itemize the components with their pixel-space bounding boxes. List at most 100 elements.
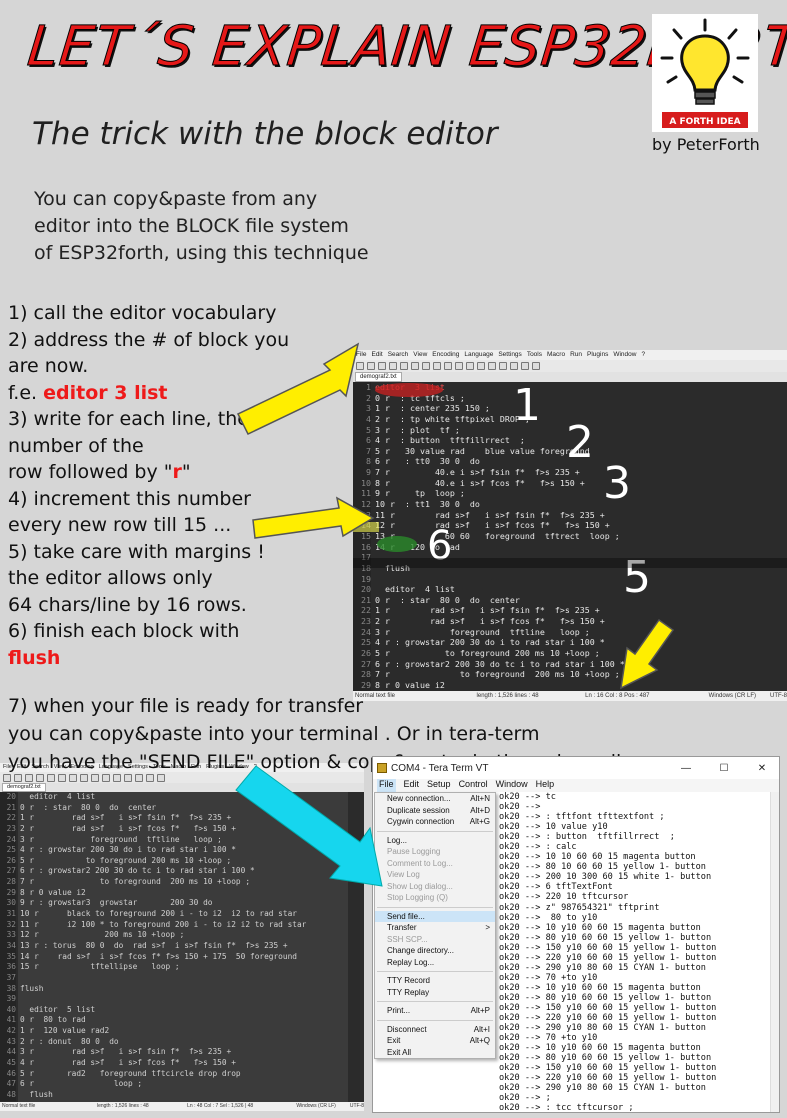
open-file-icon[interactable]: [367, 362, 375, 370]
file-menu-item[interactable]: Print... Alt+P: [375, 1005, 495, 1017]
file-menu-item[interactable]: Exit All: [375, 1047, 495, 1059]
file-menu-item[interactable]: SSH SCP...: [375, 934, 495, 946]
code-line: 9 7 r 40.e i s>f fsin f* f>s 235 +: [353, 467, 787, 478]
terminal-line: ok20 --> 290 y10 80 60 15 CYAN 1- button: [499, 1023, 706, 1034]
code-line: 25 4 r : growstar 200 30 do i to rad star…: [353, 637, 787, 649]
scrollbar[interactable]: [770, 792, 779, 1112]
menu-item-label: Exit All: [387, 1047, 412, 1057]
menu-item[interactable]: View: [413, 350, 427, 360]
copy-icon[interactable]: [433, 362, 441, 370]
menu-item[interactable]: Macro: [547, 350, 565, 360]
code-line: 1412 r rad s>f i s>f fcos f* f>s 150 +: [353, 520, 787, 531]
file-menu-item[interactable]: New connection... Alt+N: [375, 793, 495, 805]
menu-item-shortcut: Alt+N: [470, 794, 490, 803]
file-menu-item[interactable]: Transfer >: [375, 922, 495, 934]
line-number: 44: [0, 1047, 16, 1059]
close-icon[interactable]: [400, 362, 408, 370]
menu-item[interactable]: Window: [613, 350, 636, 360]
minimize-icon[interactable]: —: [669, 763, 703, 774]
highlight-circle-red: [375, 383, 443, 397]
file-menu-item[interactable]: Exit Alt+Q: [375, 1035, 495, 1047]
line-number: 36: [0, 962, 16, 973]
menu-item[interactable]: Run: [570, 350, 582, 360]
menu-item[interactable]: Setup: [427, 779, 451, 792]
file-menu-item[interactable]: Change directory...: [375, 945, 495, 957]
file-menu-item[interactable]: Show Log dialog...: [375, 881, 495, 893]
line-number: 37: [0, 972, 16, 984]
line-number: 38: [0, 983, 16, 995]
file-menu-item[interactable]: Cygwin connection Alt+G: [375, 816, 495, 828]
menu-item[interactable]: Plugins: [587, 350, 608, 360]
print-icon[interactable]: [411, 362, 419, 370]
menu-item[interactable]: ?: [641, 350, 645, 360]
terminal-line: ok20 --> 290 y10 80 60 15 CYAN 1- button: [499, 962, 706, 973]
line-number: 47: [0, 1079, 16, 1090]
menu-item[interactable]: Tools: [527, 350, 542, 360]
code-line: 26 5 r to foreground 200 ms 10 +loop ;: [353, 648, 787, 659]
code-line: 10 8 r 40.e i s>f fcos f* f>s 150 +: [353, 477, 787, 489]
zoom-in-icon[interactable]: [488, 362, 496, 370]
play-icon[interactable]: [532, 362, 540, 370]
cut-icon[interactable]: [422, 362, 430, 370]
menu-item[interactable]: Language: [464, 350, 493, 360]
line-text: 6 r : tt0 30 0 do: [375, 456, 480, 467]
status-encoding: UTF-8: [770, 693, 787, 699]
save-all-icon[interactable]: [389, 362, 397, 370]
menu-item[interactable]: Search: [388, 350, 409, 360]
file-menu-item[interactable]: View Log: [375, 869, 495, 881]
menu-item[interactable]: Edit: [404, 779, 420, 792]
file-menu-item[interactable]: TTY Record: [375, 975, 495, 987]
file-menu-item[interactable]: Send file...: [375, 910, 495, 922]
save-icon[interactable]: [378, 362, 386, 370]
menu-item-label: Cygwin connection: [387, 817, 455, 826]
file-menu-item[interactable]: Duplicate session Alt+D: [375, 805, 495, 817]
file-menu-item[interactable]: Comment to Log...: [375, 858, 495, 870]
line-text: 5 r 30 value rad blue value foreground: [375, 445, 590, 456]
file-menu-item[interactable]: Pause Logging: [375, 846, 495, 858]
line-text: 12 r rad s>f i s>f fcos f* f>s 150 +: [375, 520, 610, 531]
line-text: 4 r : button tftfillrrect ;: [375, 435, 525, 446]
menu-item[interactable]: Settings: [498, 350, 522, 360]
close-icon[interactable]: ✕: [745, 763, 779, 774]
menu-item-label: Disconnect: [387, 1024, 427, 1034]
find-icon[interactable]: [477, 362, 485, 370]
line-number: 43: [0, 1036, 16, 1048]
line-number: 8: [353, 456, 371, 468]
paste-icon[interactable]: [444, 362, 452, 370]
file-menu-item[interactable]: Replay Log...: [375, 957, 495, 969]
file-menu-item[interactable]: Log...: [375, 835, 495, 847]
menu-item[interactable]: Encoding: [432, 350, 459, 360]
menu-separator: [377, 1001, 493, 1002]
record-icon[interactable]: [521, 362, 529, 370]
notepad-editor-top: File Edit Search View Encoding Language Settin…: [353, 350, 787, 701]
line-text: 10 r : tt1 30 0 do: [375, 499, 480, 510]
file-menu-item[interactable]: Stop Logging (Q): [375, 892, 495, 904]
menu-item[interactable]: Help: [536, 779, 555, 792]
file-tab[interactable]: demograf2.txt: [2, 783, 46, 792]
code-line: 11 9 r tp loop ;: [353, 488, 787, 500]
zoom-out-icon[interactable]: [499, 362, 507, 370]
line-number: 19: [353, 573, 371, 585]
terminal-line: ok20 --> z" 987654321" tftprint: [499, 902, 660, 913]
line-number: 39: [0, 994, 16, 1005]
line-text: 6 r : growstar2 200 30 do tc i to rad st…: [375, 658, 625, 669]
wrap-icon[interactable]: [510, 362, 518, 370]
terminal-line: ok20 --> 10 y10 60 60 15 magenta button: [499, 1043, 701, 1054]
terminal-line: ok20 --> 220 y10 60 60 15 yellow 1- butt…: [499, 1013, 717, 1024]
menu-item[interactable]: Edit: [371, 350, 382, 360]
menu-item[interactable]: Window: [496, 779, 528, 792]
line-text: 8 r 40.e i s>f fcos f* f>s 150 +: [375, 477, 585, 488]
menu-item-label: Show Log dialog...: [387, 881, 453, 891]
undo-icon[interactable]: [455, 362, 463, 370]
status-eol: Windows (CR LF): [708, 693, 756, 699]
terminal-line: ok20 --> 150 y10 60 60 15 yellow 1- butt…: [499, 1063, 717, 1074]
maximize-icon[interactable]: ☐: [707, 763, 741, 774]
file-menu-item[interactable]: TTY Replay: [375, 987, 495, 999]
status-eol: Windows (CR LF): [296, 1103, 336, 1109]
example-command: editor 3 list: [43, 381, 168, 404]
menu-item[interactable]: Control: [459, 779, 488, 792]
menu-item-label: Change directory...: [387, 946, 454, 955]
redo-icon[interactable]: [466, 362, 474, 370]
line-number: 35: [0, 951, 16, 963]
file-menu-item[interactable]: Disconnect Alt+I: [375, 1024, 495, 1036]
